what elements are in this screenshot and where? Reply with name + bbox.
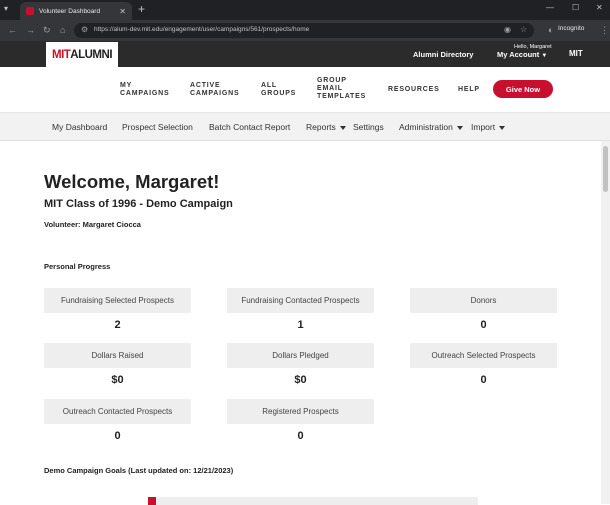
nav-group-line3: TEMPLATES: [317, 93, 367, 100]
subnav-reports[interactable]: Reports: [306, 122, 346, 132]
subnav-my-dashboard[interactable]: My Dashboard: [52, 122, 107, 132]
nav-group-email-templates[interactable]: GROUP EMAIL TEMPLATES: [317, 77, 366, 101]
subnav-administration-label: Administration: [399, 122, 453, 132]
card-value: 0: [44, 424, 191, 448]
subnav-batch-contact-report[interactable]: Batch Contact Report: [209, 122, 290, 132]
card-value: $0: [44, 368, 191, 392]
give-now-button[interactable]: Give Now: [493, 80, 553, 98]
card-label: Registered Prospects: [227, 399, 374, 424]
close-tab-icon[interactable]: ✕: [119, 7, 126, 16]
address-bar[interactable]: ⚙ https://alum-dev.mit.edu/engagement/us…: [74, 23, 534, 38]
browser-menu-icon[interactable]: ⋮: [600, 25, 609, 36]
incognito-icon: ◐: [548, 25, 554, 35]
site-info-icon[interactable]: ⚙: [81, 25, 88, 34]
card-label: Donors: [410, 288, 557, 313]
card-label: Dollars Pledged: [227, 343, 374, 368]
browser-toolbar: ← → ↻ ⌂ ⚙ https://alum-dev.mit.edu/engag…: [0, 20, 610, 41]
subnav-settings[interactable]: Settings: [353, 122, 384, 132]
favicon-icon: [26, 7, 34, 15]
forward-icon[interactable]: →: [26, 25, 35, 35]
caret-down-icon: [456, 125, 463, 130]
nav-my-campaigns[interactable]: MY CAMPAIGNS: [120, 82, 169, 98]
page-scrollbar[interactable]: [601, 141, 610, 504]
card-value: 0: [410, 313, 557, 337]
my-account-label: My Account: [497, 50, 540, 59]
maximize-icon[interactable]: ☐: [572, 3, 579, 12]
nav-my-campaigns-line1: MY: [120, 82, 133, 89]
reload-icon[interactable]: ↻: [43, 25, 51, 36]
subnav-reports-label: Reports: [306, 122, 336, 132]
card-value: 1: [227, 313, 374, 337]
card-label: Outreach Selected Prospects: [410, 343, 557, 368]
alumni-directory-link[interactable]: Alumni Directory: [413, 50, 473, 59]
nav-all-line2: GROUPS: [261, 90, 297, 97]
minimize-icon[interactable]: —: [546, 3, 554, 12]
eye-off-icon[interactable]: ◉: [504, 25, 511, 34]
bookmark-star-icon[interactable]: ☆: [520, 25, 527, 34]
nav-resources[interactable]: RESOURCES: [388, 86, 440, 94]
nav-group-line2: EMAIL: [317, 85, 343, 92]
nav-active-campaigns[interactable]: ACTIVE CAMPAIGNS: [190, 82, 239, 98]
caret-down-icon: [339, 125, 346, 130]
back-icon[interactable]: ←: [8, 25, 17, 35]
nav-group-line1: GROUP: [317, 77, 347, 84]
subnav-import[interactable]: Import: [471, 122, 506, 132]
campaign-goals-heading: Demo Campaign Goals (Last updated on: 12…: [44, 466, 234, 475]
tab-title: Volunteer Dashboard: [39, 7, 101, 15]
nav-my-campaigns-line2: CAMPAIGNS: [120, 90, 170, 97]
nav-active-line2: CAMPAIGNS: [190, 90, 240, 97]
my-account-menu[interactable]: My Account ▼: [497, 50, 547, 59]
browser-tab[interactable]: Volunteer Dashboard ✕: [20, 2, 132, 20]
logo-mit-text: MIT: [51, 48, 71, 61]
card-label: Dollars Raised: [44, 343, 191, 368]
mit-alumni-logo[interactable]: MIT ALUMNI: [46, 42, 118, 67]
nav-help[interactable]: HELP: [458, 86, 480, 94]
mit-logo-icon[interactable]: MIT: [569, 49, 583, 58]
nav-active-line1: ACTIVE: [190, 82, 221, 89]
card-label: Fundraising Contacted Prospects: [227, 288, 374, 313]
subnav-prospect-selection[interactable]: Prospect Selection: [122, 122, 193, 132]
logo-alumni-text: ALUMNI: [70, 48, 113, 61]
nav-all-groups[interactable]: ALL GROUPS: [261, 82, 296, 98]
card-value: 0: [410, 368, 557, 392]
url-text: https://alum-dev.mit.edu/engagement/user…: [94, 26, 310, 33]
chevron-down-icon: ▼: [541, 53, 548, 59]
subnav-import-label: Import: [471, 122, 496, 132]
personal-progress-heading: Personal Progress: [44, 262, 111, 271]
nav-all-line1: ALL: [261, 82, 278, 89]
new-tab-icon[interactable]: +: [138, 2, 145, 16]
home-icon[interactable]: ⌂: [60, 25, 65, 35]
subnav-administration[interactable]: Administration: [399, 122, 463, 132]
incognito-label: Incognito: [558, 25, 585, 32]
caret-down-icon: [499, 125, 506, 130]
card-label: Outreach Contacted Prospects: [44, 399, 191, 424]
volunteer-name: Volunteer: Margaret Ciocca: [44, 220, 141, 229]
card-value: 2: [44, 313, 191, 337]
campaign-title: MIT Class of 1996 - Demo Campaign: [44, 198, 233, 210]
card-value: 0: [227, 424, 374, 448]
tab-search-icon[interactable]: ▾: [4, 4, 14, 14]
browser-tab-bar: ▾ Volunteer Dashboard ✕ + — ☐ ✕: [0, 0, 610, 20]
scrollbar-thumb[interactable]: [603, 146, 608, 192]
card-value: $0: [227, 368, 374, 392]
page-title: Welcome, Margaret!: [44, 171, 220, 192]
close-window-icon[interactable]: ✕: [596, 3, 603, 12]
card-label: Fundraising Selected Prospects: [44, 288, 191, 313]
